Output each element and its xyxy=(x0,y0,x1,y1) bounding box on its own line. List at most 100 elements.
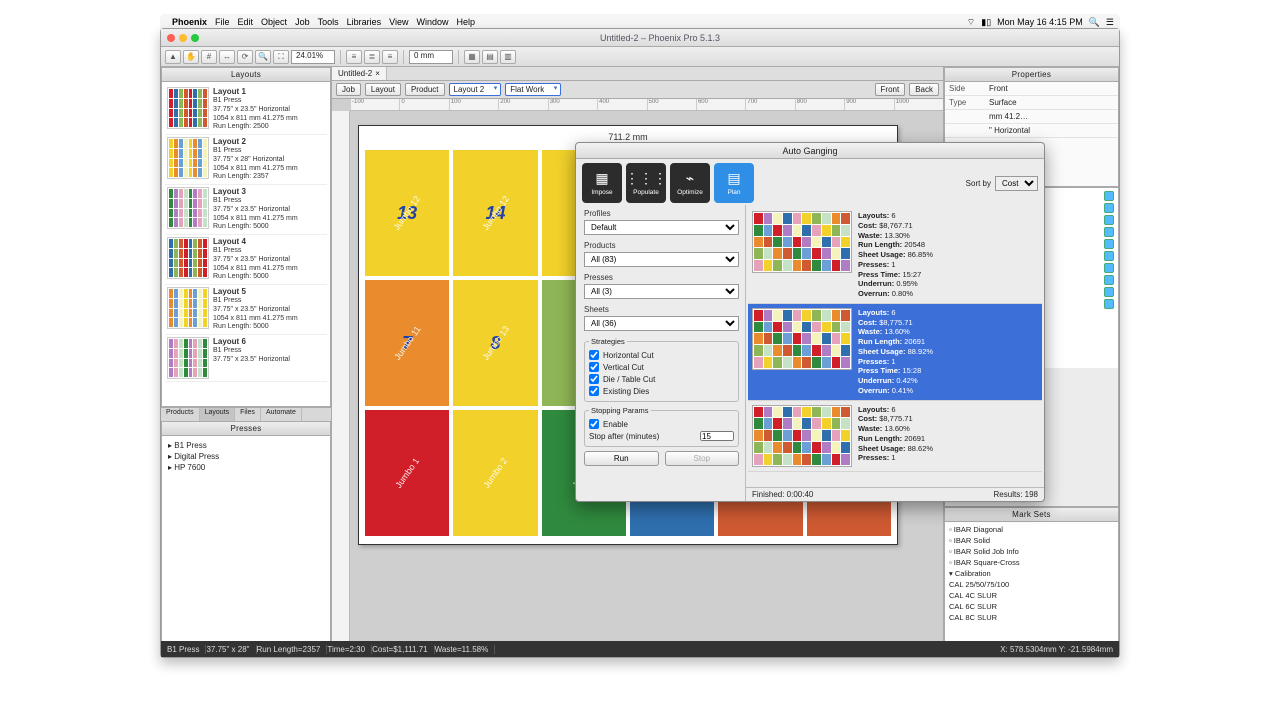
layout-item[interactable]: Layout 2B1 Press37.75" x 28" Horizontal1… xyxy=(165,135,327,185)
result-item[interactable]: Layouts: 6Cost: $8,775.71Waste: 13.60%Ru… xyxy=(748,304,1042,401)
battery-icon[interactable]: ▮▯ xyxy=(981,17,991,28)
zoom-tool-icon[interactable]: 🔍 xyxy=(255,50,271,64)
layout-item[interactable]: Layout 6B1 Press37.75" x 23.5" Horizonta… xyxy=(165,335,327,382)
mark-item[interactable]: CAL 4C SLUR xyxy=(949,590,1114,601)
visibility-toggle[interactable] xyxy=(1104,275,1114,285)
align-left-icon[interactable]: ≡ xyxy=(346,50,362,64)
mark-item[interactable]: CAL 6C SLUR xyxy=(949,601,1114,612)
sort-select[interactable]: Cost xyxy=(995,176,1038,191)
document-tabstrip[interactable]: Untitled-2× xyxy=(332,67,943,81)
pointer-tool-icon[interactable]: ▲ xyxy=(165,50,181,64)
menu-help[interactable]: Help xyxy=(456,17,475,27)
back-button[interactable]: Back xyxy=(909,83,939,96)
layout-item[interactable]: Layout 1B1 Press37.75" x 23.5" Horizonta… xyxy=(165,85,327,135)
hand-tool-icon[interactable]: ✋ xyxy=(183,50,199,64)
menu-icon[interactable]: ☰ xyxy=(1106,17,1114,28)
visibility-toggle[interactable] xyxy=(1104,215,1114,225)
ganging-tab-populate[interactable]: ⋮⋮⋮Populate xyxy=(626,163,666,203)
fit-tool-icon[interactable]: ⛶ xyxy=(273,50,289,64)
strategy-checkbox[interactable]: Vertical Cut xyxy=(589,361,734,373)
ganged-product[interactable]: Jumbo 138 xyxy=(453,280,537,406)
grid2-icon[interactable]: ▤ xyxy=(482,50,498,64)
layout-button[interactable]: Layout xyxy=(365,83,401,96)
align-right-icon[interactable]: ≡ xyxy=(382,50,398,64)
result-item[interactable]: Layouts: 6Cost: $8,767.71Waste: 13.30%Ru… xyxy=(748,207,1042,304)
layout-item[interactable]: Layout 5B1 Press37.75" x 23.5" Horizonta… xyxy=(165,285,327,335)
mark-item[interactable]: ▫ IBAR Square-Cross xyxy=(949,557,1114,568)
tab-files[interactable]: Files xyxy=(235,408,261,421)
tab-automate[interactable]: Automate xyxy=(261,408,302,421)
spotlight-icon[interactable]: 🔍 xyxy=(1089,17,1100,28)
mark-item[interactable]: ▫ IBAR Diagonal xyxy=(949,524,1114,535)
left-tabs[interactable]: ProductsLayoutsFilesAutomate xyxy=(161,407,331,421)
main-toolbar: ▲ ✋ # ↔ ⟳ 🔍 ⛶ 24.01% ≡ ≣ ≡ 0 mm ▦ ▤ ▥ xyxy=(161,47,1119,67)
menu-phoenix[interactable]: Phoenix xyxy=(172,17,207,27)
menu-view[interactable]: View xyxy=(389,17,408,27)
visibility-toggle[interactable] xyxy=(1104,203,1114,213)
mark-item[interactable]: CAL 8C SLUR xyxy=(949,612,1114,623)
ganged-product[interactable]: Jumbo 1214 xyxy=(453,150,537,276)
zoom-combo[interactable]: 24.01% xyxy=(291,50,335,64)
visibility-toggle[interactable] xyxy=(1104,191,1114,201)
visibility-toggle[interactable] xyxy=(1104,263,1114,273)
menu-edit[interactable]: Edit xyxy=(238,17,254,27)
wifi-icon[interactable]: ⌔ xyxy=(967,17,975,28)
run-button[interactable]: Run xyxy=(584,451,659,466)
ganged-product[interactable]: Jumbo 2 xyxy=(453,410,537,536)
menu-tools[interactable]: Tools xyxy=(318,17,339,27)
visibility-toggle[interactable] xyxy=(1104,287,1114,297)
layout-item[interactable]: Layout 3B1 Press37.75" x 23.5" Horizonta… xyxy=(165,185,327,235)
enable-stopping-checkbox[interactable] xyxy=(589,419,599,429)
align-center-icon[interactable]: ≣ xyxy=(364,50,380,64)
layout-combo[interactable]: Layout 2 xyxy=(449,83,502,96)
mark-item[interactable]: ▫ IBAR Solid xyxy=(949,535,1114,546)
ganged-product[interactable]: Jumbo 117 xyxy=(365,280,449,406)
mark-item[interactable]: ▾ Calibration xyxy=(949,568,1114,579)
job-button[interactable]: Job xyxy=(336,83,361,96)
crop-tool-icon[interactable]: # xyxy=(201,50,217,64)
ganging-tab-optimize[interactable]: ⌁Optimize xyxy=(670,163,710,203)
ganged-product[interactable]: Jumbo 1213 xyxy=(365,150,449,276)
ganged-product[interactable]: Jumbo 1 xyxy=(365,410,449,536)
stop-button[interactable]: Stop xyxy=(665,451,740,466)
menu-file[interactable]: File xyxy=(215,17,230,27)
presses-select[interactable]: All (3) xyxy=(584,284,739,299)
menu-window[interactable]: Window xyxy=(416,17,448,27)
tab-products[interactable]: Products xyxy=(161,408,200,421)
tab-layouts[interactable]: Layouts xyxy=(200,408,236,421)
auto-ganging-dialog[interactable]: Auto Ganging ▦Impose⋮⋮⋮Populate⌁Optimize… xyxy=(575,142,1045,502)
front-button[interactable]: Front xyxy=(875,83,906,96)
menu-object[interactable]: Object xyxy=(261,17,287,27)
visibility-toggle[interactable] xyxy=(1104,299,1114,309)
press-item[interactable]: ▸ HP 7600 xyxy=(166,462,326,473)
snap-combo[interactable]: 0 mm xyxy=(409,50,453,64)
menu-libraries[interactable]: Libraries xyxy=(347,17,382,27)
mark-item[interactable]: ▫ IBAR Solid Job Info xyxy=(949,546,1114,557)
layout-item[interactable]: Layout 4B1 Press37.75" x 23.5" Horizonta… xyxy=(165,235,327,285)
workstyle-combo[interactable]: Flat Work xyxy=(505,83,561,96)
products-select[interactable]: All (83) xyxy=(584,252,739,267)
result-item[interactable]: Layouts: 6Cost: $8,775.71Waste: 13.60%Ru… xyxy=(748,401,1042,472)
grid-icon[interactable]: ▦ xyxy=(464,50,480,64)
rotate-tool-icon[interactable]: ⟳ xyxy=(237,50,253,64)
profiles-select[interactable]: Default xyxy=(584,220,739,235)
measure-tool-icon[interactable]: ↔ xyxy=(219,50,235,64)
window-traffic-lights[interactable] xyxy=(167,34,199,42)
stop-minutes-input[interactable] xyxy=(700,431,734,441)
strategy-checkbox[interactable]: Existing Dies xyxy=(589,385,734,397)
ganging-tab-impose[interactable]: ▦Impose xyxy=(582,163,622,203)
sheets-select[interactable]: All (36) xyxy=(584,316,739,331)
press-item[interactable]: ▸ B1 Press xyxy=(166,440,326,451)
strategy-checkbox[interactable]: Die / Table Cut xyxy=(589,373,734,385)
close-icon[interactable]: × xyxy=(375,69,380,78)
ganging-tab-plan[interactable]: ▤Plan xyxy=(714,163,754,203)
strategy-checkbox[interactable]: Horizontal Cut xyxy=(589,349,734,361)
mark-item[interactable]: CAL 25/50/75/100 xyxy=(949,579,1114,590)
visibility-toggle[interactable] xyxy=(1104,251,1114,261)
menu-job[interactable]: Job xyxy=(295,17,310,27)
product-button[interactable]: Product xyxy=(405,83,445,96)
press-item[interactable]: ▸ Digital Press xyxy=(166,451,326,462)
grid3-icon[interactable]: ▥ xyxy=(500,50,516,64)
visibility-toggle[interactable] xyxy=(1104,239,1114,249)
visibility-toggle[interactable] xyxy=(1104,227,1114,237)
